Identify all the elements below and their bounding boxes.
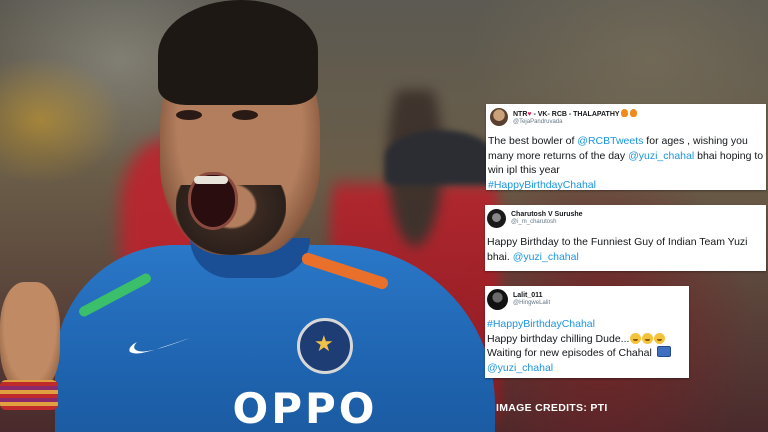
- blurred-umpire-hat: [385, 130, 495, 185]
- player-hair: [158, 0, 318, 105]
- image-credits: IMAGE CREDITS: PTI: [496, 402, 608, 414]
- team-crest-icon: [297, 318, 353, 374]
- tweet-text: The best bowler of @RCBTweets for ages ,…: [488, 135, 764, 191]
- tweet-card[interactable]: NTR♥ - VK- RCB - THALAPATHY @TejaPandruv…: [486, 104, 766, 191]
- player-left-eye: [176, 110, 202, 120]
- player-right-eye: [232, 110, 258, 120]
- mention-link[interactable]: @yuzi_chahal: [628, 150, 694, 162]
- fire-icon: [630, 108, 638, 117]
- tweet-header: NTR♥ - VK- RCB - THALAPATHY @TejaPandruv…: [486, 104, 766, 127]
- tweet-author: Charutosh V Surushe @i_m_charutosh: [511, 211, 583, 225]
- avatar[interactable]: [490, 108, 508, 126]
- display-name[interactable]: Lalit_011: [513, 292, 550, 300]
- mention-link[interactable]: @yuzi_chahal: [487, 362, 553, 374]
- handle[interactable]: @TejaPandruvada: [513, 119, 637, 126]
- jersey-sponsor-text: OPPO: [232, 384, 378, 432]
- swoosh-logo-icon: [129, 338, 190, 354]
- tweet-author: NTR♥ - VK- RCB - THALAPATHY @TejaPandruv…: [513, 108, 638, 126]
- handle[interactable]: @i_m_charutosh: [511, 219, 583, 226]
- television-icon: [656, 346, 671, 357]
- tweet-card[interactable]: Lalit_011 @HingweLalit #HappyBirthdayCha…: [485, 286, 689, 378]
- grinning-emoji-icon: [630, 332, 642, 344]
- tweet-text: Happy Birthday to the Funniest Guy of In…: [487, 236, 748, 263]
- handle[interactable]: @HingweLalit: [513, 300, 550, 307]
- tweet-card[interactable]: Charutosh V Surushe @i_m_charutosh Happy…: [485, 205, 766, 271]
- mention-link[interactable]: @yuzi_chahal: [513, 251, 579, 263]
- avatar[interactable]: [487, 208, 506, 228]
- wristband: [0, 380, 58, 410]
- hashtag-link[interactable]: #HappyBirthdayChahal: [487, 318, 595, 330]
- raised-fist: [0, 282, 60, 392]
- hashtag-link[interactable]: #HappyBirthdayChahal: [488, 179, 596, 191]
- display-name[interactable]: NTR♥ - VK- RCB - THALAPATHY: [513, 108, 638, 119]
- avatar[interactable]: [487, 288, 508, 310]
- display-name[interactable]: Charutosh V Surushe: [511, 211, 583, 219]
- tweet-header: Lalit_011 @HingweLalit: [485, 286, 689, 310]
- tweet-text: #HappyBirthdayChahal Happy birthday chil…: [487, 317, 689, 375]
- tweet-header: Charutosh V Surushe @i_m_charutosh: [485, 205, 766, 228]
- tweet-author: Lalit_011 @HingweLalit: [513, 292, 550, 306]
- fire-icon: [621, 108, 629, 117]
- mention-link[interactable]: @RCBTweets: [577, 135, 643, 147]
- player-teeth: [194, 176, 228, 184]
- grinning-emoji-icon: [642, 332, 654, 344]
- grinning-emoji-icon: [654, 332, 666, 344]
